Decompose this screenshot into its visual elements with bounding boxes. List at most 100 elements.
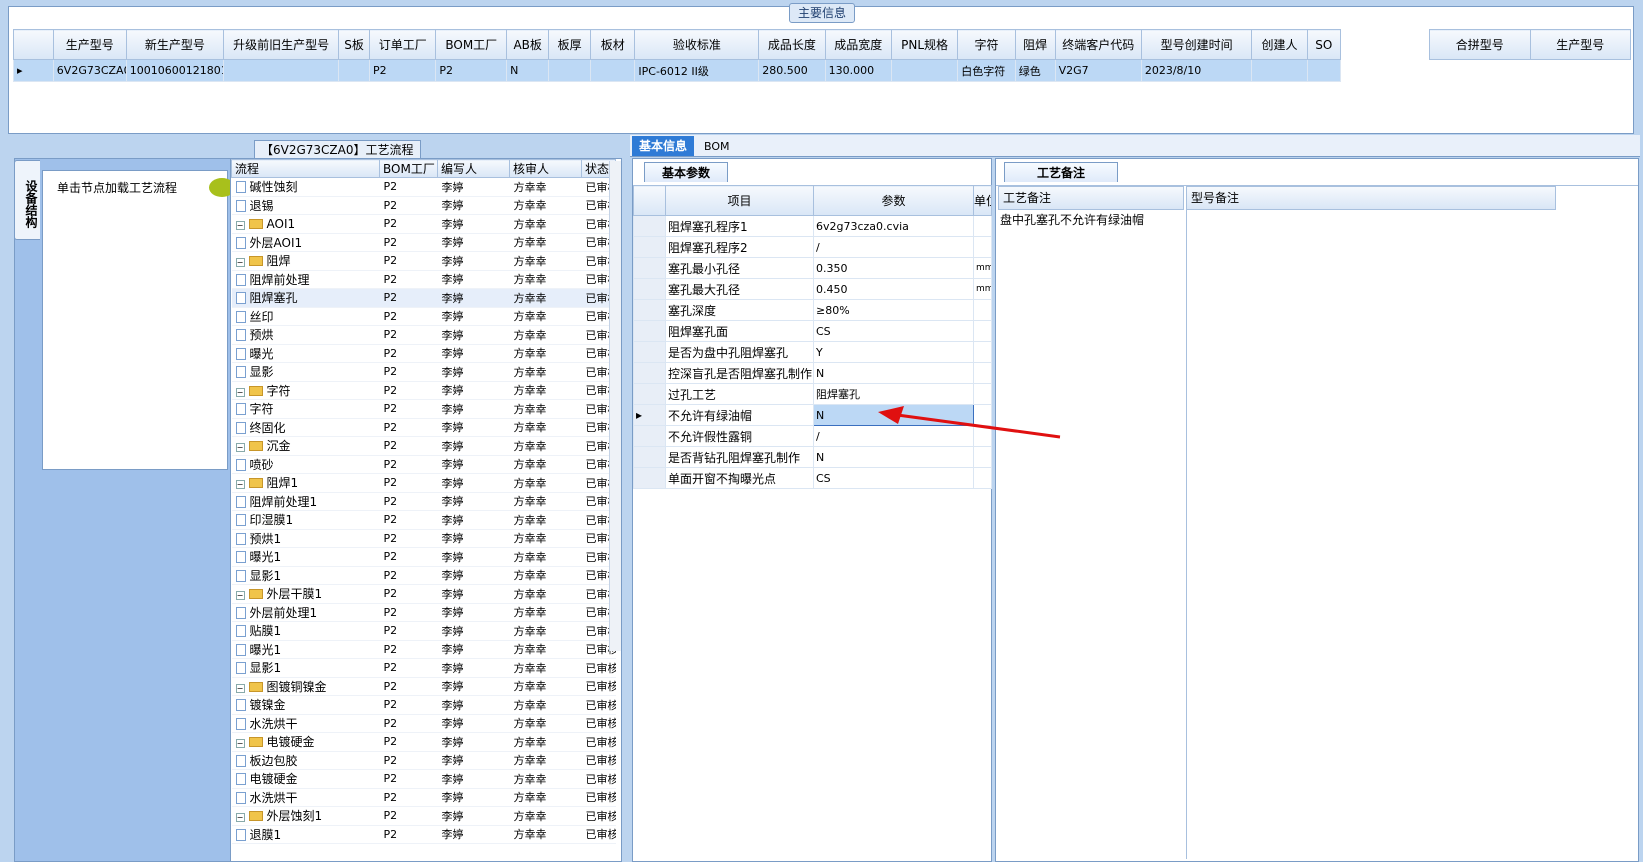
tree-node-cell[interactable]: − 外层干膜1 xyxy=(231,584,380,604)
param-row[interactable]: 塞孔深度 ≥80% xyxy=(633,299,992,321)
table-cell[interactable] xyxy=(1306,59,1341,82)
tree-row[interactable]: 曝光 P2 李婷 方幸幸 已审核 xyxy=(231,344,616,363)
row-header[interactable] xyxy=(633,341,666,363)
column-header[interactable]: 板材 xyxy=(590,29,636,60)
collapse-icon[interactable]: − xyxy=(235,683,245,693)
column-header[interactable]: 核审人 xyxy=(509,159,582,178)
param-value[interactable]: 阻焊塞孔 xyxy=(813,383,974,405)
tree-node-cell[interactable]: 曝光1 xyxy=(231,547,380,567)
column-header[interactable]: AB板 xyxy=(506,29,550,60)
tree-row[interactable]: 水洗烘干 P2 李婷 方幸幸 已审核 xyxy=(231,788,616,807)
collapse-icon[interactable]: − xyxy=(235,443,245,453)
param-value[interactable]: N xyxy=(813,362,974,384)
tree-row[interactable]: 印湿膜1 P2 李婷 方幸幸 已审核 xyxy=(231,510,616,530)
table-cell[interactable]: 130.000 xyxy=(824,59,892,82)
table-cell[interactable] xyxy=(548,59,592,82)
tree-node-cell[interactable]: 退锡 xyxy=(231,196,380,215)
tree-node-cell[interactable]: 退膜1 xyxy=(231,825,380,844)
column-header[interactable]: 成品长度 xyxy=(758,29,826,60)
tree-node-cell[interactable]: 贴膜1 xyxy=(231,621,380,641)
table-cell[interactable]: 白色字符 xyxy=(957,59,1016,82)
table-cell[interactable] xyxy=(590,59,636,82)
column-header[interactable]: BOM工厂 xyxy=(435,29,508,60)
column-header[interactable]: 生产型号 xyxy=(52,29,127,60)
column-header[interactable]: 字符 xyxy=(957,29,1016,60)
param-row[interactable]: 是否背钻孔阻焊塞孔制作 N xyxy=(633,446,992,468)
row-header[interactable]: ▸ xyxy=(633,404,666,426)
param-value[interactable]: N xyxy=(813,404,974,426)
tree-node-cell[interactable]: 阻焊塞孔 xyxy=(231,288,380,308)
table-cell[interactable]: 280.500 xyxy=(758,59,826,82)
collapse-icon[interactable]: − xyxy=(235,739,245,749)
tree-row[interactable]: 碱性蚀刻 P2 李婷 方幸幸 已审核 xyxy=(231,177,616,197)
tree-row[interactable]: 曝光1 P2 李婷 方幸幸 已审核 xyxy=(231,547,616,567)
column-header[interactable]: BOM工厂 xyxy=(379,159,438,178)
tree-node-cell[interactable]: − 图镀铜镍金 xyxy=(231,677,380,696)
collapse-icon[interactable]: − xyxy=(235,258,245,268)
tree-node-cell[interactable]: 镀镍金 xyxy=(231,695,380,715)
column-header[interactable]: 编写人 xyxy=(437,159,510,178)
param-row[interactable]: 塞孔最小孔径0.350mm xyxy=(633,257,992,279)
tree-node-cell[interactable]: 丝印 xyxy=(231,307,380,326)
tree-node-cell[interactable]: 显影1 xyxy=(231,566,380,585)
tree-row[interactable]: 预烘 P2 李婷 方幸幸 已审核 xyxy=(231,325,616,345)
tree-node-cell[interactable]: 终固化 xyxy=(231,418,380,437)
param-value[interactable]: 0.350 xyxy=(813,257,974,279)
param-value[interactable]: N xyxy=(813,446,974,468)
tree-row[interactable]: 板边包胶 P2 李婷 方幸幸 已审核 xyxy=(231,751,616,770)
row-header[interactable] xyxy=(633,383,666,405)
row-header[interactable] xyxy=(633,215,666,237)
row-header[interactable] xyxy=(633,425,666,447)
tree-row[interactable]: 字符 P2 李婷 方幸幸 已审核 xyxy=(231,399,616,419)
column-header[interactable]: 创建人 xyxy=(1251,29,1308,60)
tree-node-cell[interactable]: 阻焊前处理 xyxy=(231,270,380,289)
tree-row[interactable]: 预烘1 P2 李婷 方幸幸 已审核 xyxy=(231,529,616,548)
tree-row[interactable]: 电镀硬金 P2 李婷 方幸幸 已审核 xyxy=(231,769,616,789)
tree-node-cell[interactable]: 水洗烘干 xyxy=(231,788,380,807)
tree-row[interactable]: 曝光1 P2 李婷 方幸幸 已审核 xyxy=(231,640,616,659)
tree-node-cell[interactable]: 字符 xyxy=(231,399,380,419)
table-cell[interactable]: P2 xyxy=(435,59,508,82)
column-header[interactable]: 成品宽度 xyxy=(824,29,892,60)
tree-node-cell[interactable]: 外层前处理1 xyxy=(231,603,380,622)
param-value[interactable]: ≥80% xyxy=(813,299,974,321)
tree-node-cell[interactable]: − 阻焊1 xyxy=(231,473,380,493)
table-cell[interactable] xyxy=(890,59,959,82)
param-value[interactable]: 6v2g73cza0.cvia xyxy=(813,215,974,237)
tree-node-cell[interactable]: 预烘1 xyxy=(231,529,380,548)
row-header[interactable] xyxy=(633,362,666,384)
row-header[interactable] xyxy=(633,236,666,258)
table-cell[interactable]: P2 xyxy=(369,59,437,82)
table-cell[interactable]: 绿色 xyxy=(1014,59,1056,82)
column-header[interactable]: 参数 xyxy=(813,185,974,216)
tree-node-cell[interactable]: − 字符 xyxy=(231,381,380,400)
tree-row[interactable]: − 字符 P2 李婷 方幸幸 已审核 xyxy=(231,381,616,400)
tree-row[interactable]: − AOI1 P2 李婷 方幸幸 已审核 xyxy=(231,214,616,234)
tree-node-cell[interactable]: − 电镀硬金 xyxy=(231,732,380,752)
param-value[interactable]: 0.450 xyxy=(813,278,974,300)
collapse-icon[interactable]: − xyxy=(235,480,245,490)
tree-node-cell[interactable]: 碱性蚀刻 xyxy=(231,177,380,197)
table-cell[interactable]: N xyxy=(506,59,550,82)
tree-row[interactable]: 显影1 P2 李婷 方幸幸 已审核 xyxy=(231,658,616,678)
process-vertical-scrollbar[interactable] xyxy=(609,161,621,651)
main-grid-row[interactable]: ▸ 6V2G73CZA0 10010600121801 P2 P2 N IPC-6012 I… xyxy=(13,59,1362,82)
tree-node-cell[interactable]: − 沉金 xyxy=(231,436,380,456)
tree-node-cell[interactable]: 水洗烘干 xyxy=(231,714,380,733)
param-value[interactable]: Y xyxy=(813,341,974,363)
param-row[interactable]: 塞孔最大孔径0.450mm xyxy=(633,278,992,300)
column-header[interactable]: 阻焊 xyxy=(1014,29,1056,60)
param-row[interactable]: 是否为盘中孔阻焊塞孔 Y xyxy=(633,341,992,363)
tree-row[interactable]: 退膜1 P2 李婷 方幸幸 已审核 xyxy=(231,825,616,844)
param-row[interactable]: 单面开窗不掏曝光点 CS xyxy=(633,467,992,489)
param-value[interactable]: CS xyxy=(813,320,974,342)
param-value[interactable]: / xyxy=(813,425,974,447)
tree-node-cell[interactable]: − AOI1 xyxy=(231,214,380,234)
row-header[interactable] xyxy=(633,299,666,321)
param-row[interactable]: 阻焊塞孔程序2/ xyxy=(633,236,992,258)
table-cell[interactable] xyxy=(223,59,340,82)
column-header[interactable]: S板 xyxy=(338,29,371,60)
tree-row[interactable]: 镀镍金 P2 李婷 方幸幸 已审核 xyxy=(231,695,616,715)
param-row[interactable]: ▸ 不允许有绿油帽 N xyxy=(633,404,992,426)
tab-bom[interactable]: BOM xyxy=(704,140,730,153)
